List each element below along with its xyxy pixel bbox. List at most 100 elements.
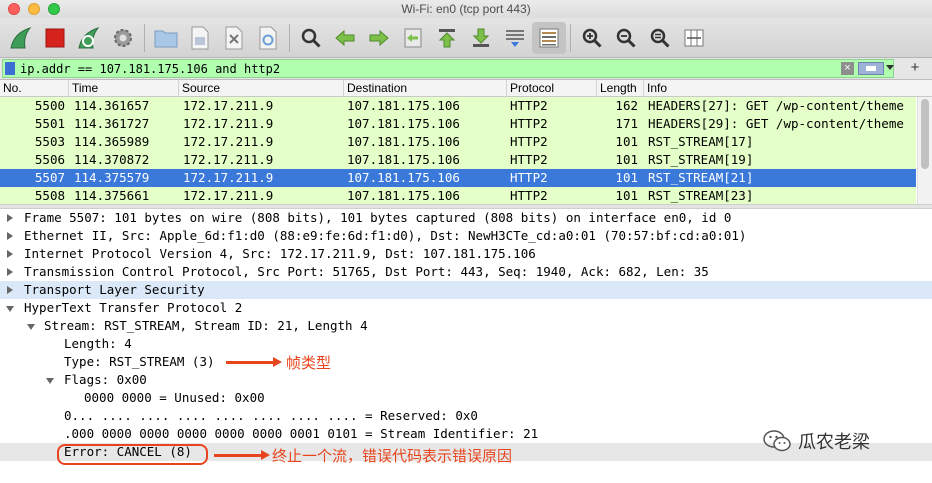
- resize-columns-icon[interactable]: [677, 22, 711, 54]
- tree-item-type[interactable]: Type: RST_STREAM (3): [0, 353, 932, 371]
- go-forward-icon[interactable]: [362, 22, 396, 54]
- open-file-icon[interactable]: [149, 22, 183, 54]
- column-header-destination[interactable]: Destination: [343, 80, 506, 97]
- stop-capture-icon[interactable]: [38, 22, 72, 54]
- restart-capture-icon[interactable]: [72, 22, 106, 54]
- display-filter-text[interactable]: ip.addr == 107.181.175.106 and http2: [20, 61, 280, 77]
- column-header-length[interactable]: Length: [596, 80, 643, 97]
- apply-filter-icon[interactable]: [858, 62, 884, 75]
- display-filter-input[interactable]: ip.addr == 107.181.175.106 and http2 ×: [2, 59, 894, 78]
- packet-cell-info: RST_STREAM[19]: [648, 152, 754, 167]
- packet-cell-proto: HTTP2: [510, 152, 548, 167]
- clear-filter-icon[interactable]: ×: [841, 62, 854, 75]
- go-to-packet-icon[interactable]: [396, 22, 430, 54]
- expand-triangle-icon[interactable]: [7, 286, 13, 294]
- tree-item-tls[interactable]: Transport Layer Security: [0, 281, 932, 299]
- go-last-icon[interactable]: [464, 22, 498, 54]
- packet-cell-time: 114.361727: [74, 116, 150, 131]
- filter-history-chevron-down-icon[interactable]: [886, 65, 894, 70]
- tree-item-label: Frame 5507: 101 bytes on wire (808 bits)…: [24, 210, 732, 225]
- expand-triangle-icon[interactable]: [7, 214, 13, 222]
- tree-item-label: 0... .... .... .... .... .... .... .... …: [64, 408, 478, 423]
- packet-cell-info: HEADERS[27]: GET /wp-content/theme: [648, 98, 904, 113]
- tree-item-ipv4[interactable]: Internet Protocol Version 4, Src: 172.17…: [0, 245, 932, 263]
- packet-cell-len: 101: [615, 152, 638, 167]
- scrollbar-thumb[interactable]: [921, 99, 929, 169]
- column-header-info[interactable]: Info: [643, 80, 932, 97]
- zoom-window-button[interactable]: [48, 3, 60, 15]
- capture-options-gear-icon[interactable]: [106, 22, 140, 54]
- tree-item-http2[interactable]: HyperText Transfer Protocol 2: [0, 299, 932, 317]
- packet-cell-src: 172.17.211.9: [183, 170, 274, 185]
- tree-item-stream[interactable]: Stream: RST_STREAM, Stream ID: 21, Lengt…: [0, 317, 932, 335]
- column-header-protocol[interactable]: Protocol: [506, 80, 596, 97]
- packet-cell-time: 114.375661: [74, 188, 150, 203]
- packet-row[interactable]: 5508 114.375661 172.17.211.9 107.181.175.10…: [0, 187, 916, 204]
- packet-cell-info: HEADERS[29]: GET /wp-content/theme: [648, 116, 904, 131]
- zoom-out-icon[interactable]: [609, 22, 643, 54]
- tree-item-flags-unused[interactable]: 0000 0000 = Unused: 0x00: [0, 389, 932, 407]
- packet-list-header: No. Time Source Destination Protocol Len…: [0, 80, 932, 97]
- packet-cell-src: 172.17.211.9: [183, 98, 274, 113]
- window-controls: [8, 3, 60, 15]
- window-title: Wi-Fi: en0 (tcp port 443): [401, 2, 531, 16]
- tree-item-label: Length: 4: [64, 336, 132, 351]
- watermark: 瓜农老梁: [762, 424, 870, 458]
- packet-cell-time: 114.365989: [74, 134, 150, 149]
- packet-row[interactable]: 5501 114.361727 172.17.211.9 107.181.175.10…: [0, 115, 916, 133]
- error-highlight-box: [57, 444, 208, 465]
- close-window-button[interactable]: [8, 3, 20, 15]
- shark-fin-start-icon[interactable]: [4, 22, 38, 54]
- packet-row[interactable]: 5500 114.361657 172.17.211.9 107.181.175.10…: [0, 97, 916, 115]
- packet-list: No. Time Source Destination Protocol Len…: [0, 80, 932, 204]
- packet-cell-len: 171: [615, 116, 638, 131]
- auto-scroll-icon[interactable]: [498, 22, 532, 54]
- reload-file-icon[interactable]: [251, 22, 285, 54]
- collapse-triangle-icon[interactable]: [6, 306, 14, 312]
- packet-cell-proto: HTTP2: [510, 170, 548, 185]
- close-file-icon[interactable]: [217, 22, 251, 54]
- save-file-icon[interactable]: [183, 22, 217, 54]
- packet-row[interactable]: 5506 114.370872 172.17.211.9 107.181.175.10…: [0, 151, 916, 169]
- packet-cell-proto: HTTP2: [510, 116, 548, 131]
- expand-triangle-icon[interactable]: [7, 250, 13, 258]
- packet-cell-no: 5508: [34, 188, 65, 203]
- tree-item-tcp[interactable]: Transmission Control Protocol, Src Port:…: [0, 263, 932, 281]
- zoom-in-icon[interactable]: [575, 22, 609, 54]
- column-header-source[interactable]: Source: [178, 80, 343, 97]
- main-toolbar: [0, 18, 932, 58]
- expand-triangle-icon[interactable]: [7, 268, 13, 276]
- collapse-triangle-icon[interactable]: [27, 324, 35, 330]
- column-header-no[interactable]: No.: [0, 80, 68, 97]
- packet-cell-time: 114.370872: [74, 152, 150, 167]
- expand-triangle-icon[interactable]: [7, 232, 13, 240]
- tree-item-label: 0000 0000 = Unused: 0x00: [84, 390, 265, 405]
- frame-type-annotation: 帧类型: [286, 354, 332, 372]
- packet-cell-src: 172.17.211.9: [183, 134, 274, 149]
- packet-cell-len: 101: [615, 134, 638, 149]
- zoom-normal-icon[interactable]: [643, 22, 677, 54]
- tree-item-reserved[interactable]: 0... .... .... .... .... .... .... .... …: [0, 407, 932, 425]
- display-filter-bar: ip.addr == 107.181.175.106 and http2 × +: [0, 58, 932, 80]
- colorize-icon[interactable]: [532, 21, 566, 54]
- go-first-icon[interactable]: [430, 22, 464, 54]
- tree-item-length[interactable]: Length: 4: [0, 335, 932, 353]
- packet-cell-len: 101: [615, 188, 638, 203]
- frame-type-arrow-icon: [226, 357, 282, 367]
- filter-bookmark-icon[interactable]: [5, 62, 15, 75]
- packet-list-scrollbar[interactable]: [917, 97, 932, 204]
- tree-item-label: Transport Layer Security: [24, 282, 205, 297]
- packet-cell-info: RST_STREAM[23]: [648, 188, 754, 203]
- minimize-window-button[interactable]: [28, 3, 40, 15]
- packet-row[interactable]: 5503 114.365989 172.17.211.9 107.181.175.10…: [0, 133, 916, 151]
- packet-row-selected[interactable]: 5507 114.375579 172.17.211.9 107.181.175.10…: [0, 169, 916, 187]
- go-back-icon[interactable]: [328, 22, 362, 54]
- add-filter-button-plus-icon[interactable]: +: [906, 58, 924, 78]
- find-packet-icon[interactable]: [294, 22, 328, 54]
- toolbar-separator: [570, 23, 571, 52]
- tree-item-frame[interactable]: Frame 5507: 101 bytes on wire (808 bits)…: [0, 209, 932, 227]
- column-header-time[interactable]: Time: [68, 80, 178, 97]
- tree-item-flags[interactable]: Flags: 0x00: [0, 371, 932, 389]
- tree-item-ethernet[interactable]: Ethernet II, Src: Apple_6d:f1:d0 (88:e9:…: [0, 227, 932, 245]
- collapse-triangle-icon[interactable]: [46, 378, 54, 384]
